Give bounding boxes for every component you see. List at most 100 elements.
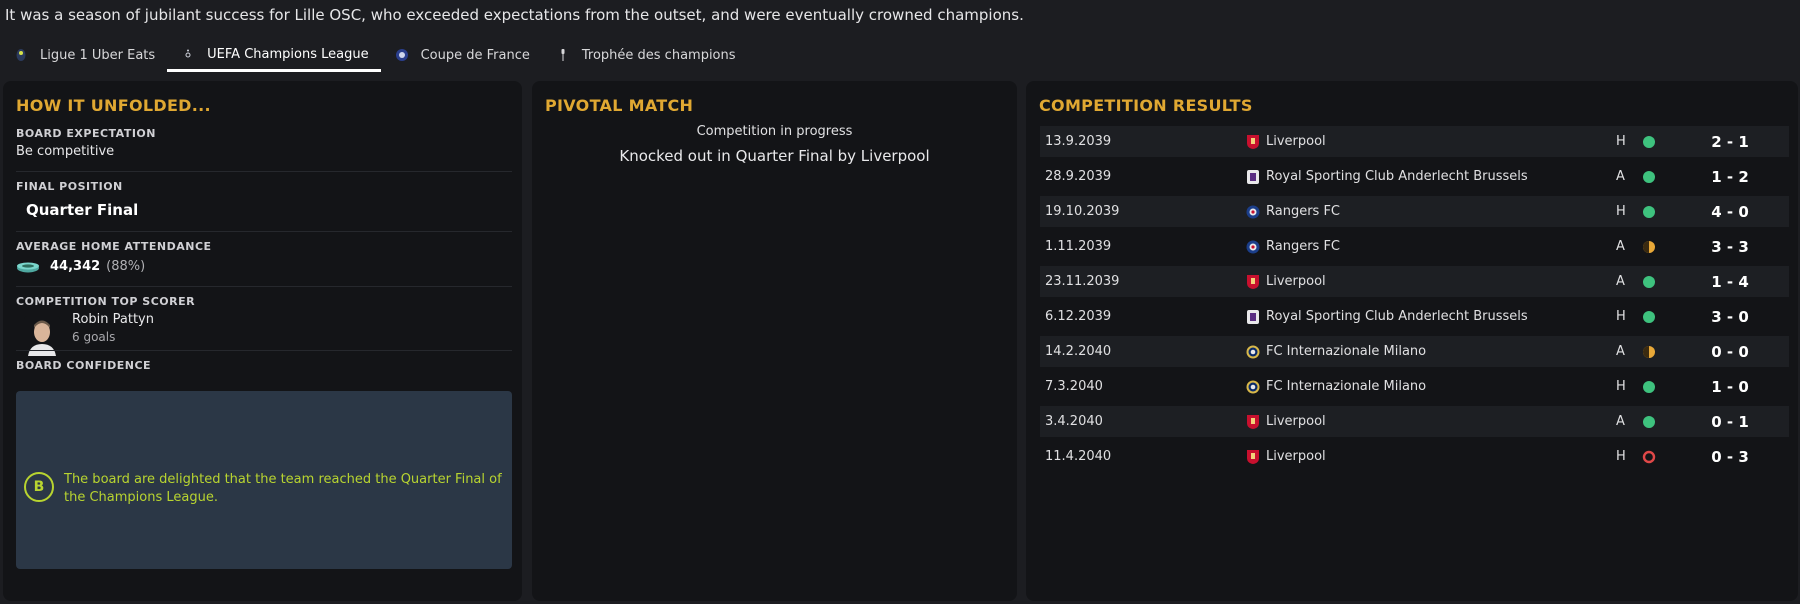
result-row[interactable]: 1.11.2039 Rangers FC A 3 - 3 [1040, 231, 1789, 262]
result-row[interactable]: 14.2.2040 FC Internazionale Milano A 0 - 0 [1040, 336, 1789, 367]
divider [16, 350, 512, 351]
attendance-value: 44,342 [50, 259, 101, 274]
match-score[interactable]: 2 - 1 [1702, 133, 1758, 151]
opponent-name[interactable]: Rangers FC [1266, 204, 1340, 219]
match-date: 1.11.2039 [1045, 239, 1112, 254]
board-confidence-section: BOARD CONFIDENCE [16, 359, 512, 372]
divider [16, 171, 512, 172]
venue: A [1616, 344, 1625, 359]
match-score[interactable]: 0 - 0 [1702, 343, 1758, 361]
attendance-percentage: (88%) [106, 259, 146, 274]
confidence-grade-badge: B [24, 472, 54, 502]
venue: H [1616, 134, 1626, 149]
match-score[interactable]: 4 - 0 [1702, 203, 1758, 221]
venue: A [1616, 239, 1625, 254]
rangers-crest-icon [1246, 239, 1260, 255]
tab-trophee-des-champions[interactable]: Trophée des champions [542, 40, 748, 70]
match-score[interactable]: 1 - 0 [1702, 378, 1758, 396]
match-score[interactable]: 1 - 2 [1702, 168, 1758, 186]
win-result-icon [1642, 380, 1656, 394]
tab-label: UEFA Champions League [207, 47, 369, 62]
anderlecht-crest-icon [1246, 169, 1260, 185]
win-result-icon [1642, 310, 1656, 324]
season-review-page: It was a season of jubilant success for … [0, 0, 1800, 604]
board-confidence-box: B The board are delighted that the team … [16, 391, 512, 569]
board-confidence-label: BOARD CONFIDENCE [16, 359, 152, 372]
opponent-name[interactable]: Liverpool [1266, 449, 1326, 464]
trophee-icon [556, 48, 570, 62]
result-row[interactable]: 11.4.2040 Liverpool H 0 - 3 [1040, 441, 1789, 472]
opponent-name[interactable]: Liverpool [1266, 134, 1326, 149]
pivotal-match-panel: PIVOTAL MATCH Competition in progress Kn… [532, 81, 1017, 601]
anderlecht-crest-icon [1246, 309, 1260, 325]
match-score[interactable]: 3 - 3 [1702, 238, 1758, 256]
win-result-icon [1642, 205, 1656, 219]
match-score[interactable]: 0 - 3 [1702, 448, 1758, 466]
board-confidence-text: The board are delighted that the team re… [64, 472, 502, 505]
match-date: 6.12.2039 [1045, 309, 1112, 324]
attendance-section: AVERAGE HOME ATTENDANCE 44,342 (88%) [16, 240, 512, 274]
result-row[interactable]: 19.10.2039 Rangers FC H 4 - 0 [1040, 196, 1789, 227]
opponent-name[interactable]: Liverpool [1266, 274, 1326, 289]
match-date: 23.11.2039 [1045, 274, 1120, 289]
liverpool-crest-icon [1246, 414, 1260, 430]
rangers-crest-icon [1246, 204, 1260, 220]
tab-coupe-de-france[interactable]: Coupe de France [381, 40, 542, 70]
liverpool-crest-icon [1246, 449, 1260, 465]
match-date: 14.2.2040 [1045, 344, 1112, 359]
win-result-icon [1642, 170, 1656, 184]
board-expectation-value: Be competitive [16, 144, 115, 159]
opponent-name[interactable]: FC Internazionale Milano [1266, 344, 1426, 359]
panel-title: PIVOTAL MATCH [545, 96, 694, 115]
result-row[interactable]: 6.12.2039 Royal Sporting Club Anderlecht … [1040, 301, 1789, 332]
venue: H [1616, 204, 1626, 219]
ucl-icon [181, 48, 195, 62]
top-scorer-name[interactable]: Robin Pattyn [72, 312, 154, 327]
stadium-icon [16, 261, 40, 273]
inter-crest-icon [1246, 344, 1260, 360]
tab-champions-league[interactable]: UEFA Champions League [167, 40, 381, 72]
tab-ligue1[interactable]: Ligue 1 Uber Eats [0, 40, 167, 70]
venue: H [1616, 309, 1626, 324]
tab-label: Coupe de France [420, 47, 530, 63]
divider [16, 286, 512, 287]
panel-title: HOW IT UNFOLDED... [16, 96, 211, 115]
match-date: 13.9.2039 [1045, 134, 1112, 149]
opponent-name[interactable]: Liverpool [1266, 414, 1326, 429]
final-position-value: Quarter Final [26, 201, 139, 219]
match-score[interactable]: 3 - 0 [1702, 308, 1758, 326]
match-date: 11.4.2040 [1045, 449, 1112, 464]
board-expectation-label: BOARD EXPECTATION [16, 127, 156, 140]
competition-results-panel: COMPETITION RESULTS 13.9.2039 Liverpool H 2… [1026, 81, 1798, 601]
final-position-label: FINAL POSITION [16, 180, 123, 193]
match-score[interactable]: 0 - 1 [1702, 413, 1758, 431]
win-result-icon [1642, 275, 1656, 289]
season-summary: It was a season of jubilant success for … [5, 6, 1024, 24]
final-position-section: FINAL POSITION Quarter Final [16, 180, 512, 219]
match-score[interactable]: 1 - 4 [1702, 273, 1758, 291]
tab-label: Ligue 1 Uber Eats [40, 47, 156, 63]
results-list: 13.9.2039 Liverpool H 2 - 1 28.9.2039 Royal S… [1040, 126, 1789, 476]
board-expectation-section: BOARD EXPECTATION Be competitive [16, 127, 512, 159]
loss-result-icon [1642, 450, 1656, 464]
match-date: 28.9.2039 [1045, 169, 1112, 184]
venue: H [1616, 449, 1626, 464]
opponent-name[interactable]: Rangers FC [1266, 239, 1340, 254]
draw-result-icon [1642, 240, 1656, 254]
match-date: 19.10.2039 [1045, 204, 1120, 219]
result-row[interactable]: 23.11.2039 Liverpool A 1 - 4 [1040, 266, 1789, 297]
opponent-name[interactable]: FC Internazionale Milano [1266, 379, 1426, 394]
opponent-name[interactable]: Royal Sporting Club Anderlecht Brussels [1266, 169, 1528, 184]
result-row[interactable]: 3.4.2040 Liverpool A 0 - 1 [1040, 406, 1789, 437]
inter-crest-icon [1246, 379, 1260, 395]
opponent-name[interactable]: Royal Sporting Club Anderlecht Brussels [1266, 309, 1528, 324]
draw-result-icon [1642, 345, 1656, 359]
attendance-label: AVERAGE HOME ATTENDANCE [16, 240, 212, 253]
result-row[interactable]: 13.9.2039 Liverpool H 2 - 1 [1040, 126, 1789, 157]
top-scorer-section: COMPETITION TOP SCORER Robin Pattyn 6 go… [16, 295, 512, 356]
venue: H [1616, 379, 1626, 394]
knockout-result: Knocked out in Quarter Final by Liverpoo… [619, 147, 930, 165]
result-row[interactable]: 7.3.2040 FC Internazionale Milano H 1 - 0 [1040, 371, 1789, 402]
result-row[interactable]: 28.9.2039 Royal Sporting Club Anderlecht … [1040, 161, 1789, 192]
coupe-de-france-icon [395, 48, 409, 62]
